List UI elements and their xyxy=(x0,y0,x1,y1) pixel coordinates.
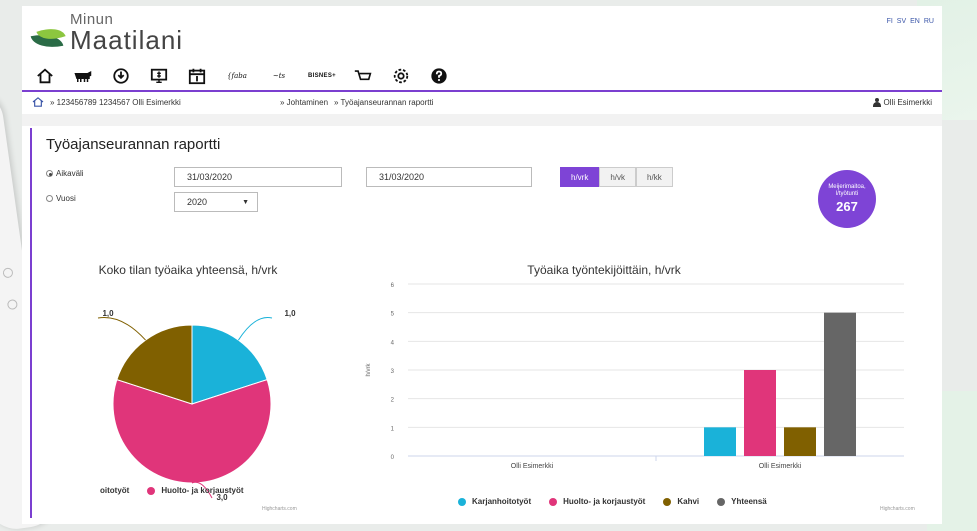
year-select[interactable]: 2020 ▼ xyxy=(174,192,258,212)
legend-item[interactable]: Huolto- ja korjaustyöt xyxy=(549,497,645,506)
y-tick-label: 5 xyxy=(391,312,395,318)
y-tick-label: 3 xyxy=(391,369,395,375)
lang-sv[interactable]: SV xyxy=(897,18,906,25)
legend-item[interactable]: oitotyöt xyxy=(100,486,129,495)
bar[interactable] xyxy=(824,312,856,456)
x-tick-label: Olli Esimerkki xyxy=(759,463,802,470)
report-panel: Työajanseurannan raportti Aikaväli Vuosi… xyxy=(30,128,934,518)
legend-swatch xyxy=(717,497,726,506)
legend-item[interactable]: Yhteensä xyxy=(717,497,767,506)
y-tick-label: 4 xyxy=(391,340,395,346)
pie-credits[interactable]: Highcharts.com xyxy=(262,506,297,512)
calendar-icon[interactable] xyxy=(186,67,208,85)
y-tick-label: 1 xyxy=(391,426,395,432)
unit-button-day[interactable]: h/vrk xyxy=(560,167,600,187)
legend-swatch xyxy=(663,497,672,506)
year-radio[interactable]: Vuosi xyxy=(46,194,76,203)
user-name: Olli Esimerkki xyxy=(883,97,932,107)
bar-legend: Karjanhoitotyöt Huolto- ja korjaustyöt K… xyxy=(458,497,767,506)
user-icon xyxy=(872,97,881,107)
bar[interactable] xyxy=(744,370,776,456)
legend-swatch xyxy=(458,497,466,506)
cow-icon[interactable] xyxy=(72,67,94,85)
y-tick-label: 0 xyxy=(391,455,395,461)
legend-item[interactable]: Karjanhoitotyöt xyxy=(458,497,531,506)
vet-logo-icon[interactable]: ~ts xyxy=(266,67,292,85)
pie-legend: oitotyöt Huolto- ja korjaustyöt xyxy=(100,486,244,495)
bar[interactable] xyxy=(704,427,736,456)
milk-per-hour-kpi: Meijerimaitoa, l/työtunti 267 xyxy=(818,170,876,228)
unit-button-month[interactable]: h/kk xyxy=(636,167,673,187)
y-tick-label: 2 xyxy=(391,398,395,404)
legend-label: Huolto- ja korjaustyöt xyxy=(161,486,244,495)
pie-data-label: 1,0 xyxy=(102,309,114,318)
legend-item[interactable]: Huolto- ja korjaustyöt xyxy=(147,486,244,495)
content-background xyxy=(22,114,942,126)
radio-icon[interactable] xyxy=(46,170,53,177)
user-menu[interactable]: Olli Esimerkki xyxy=(872,97,932,107)
home-icon[interactable] xyxy=(34,67,56,85)
pie-connector xyxy=(97,316,146,341)
kpi-label: Meijerimaitoa, l/työtunti xyxy=(828,183,866,197)
breadcrumb-home-icon[interactable] xyxy=(32,97,44,107)
bar[interactable] xyxy=(784,427,816,456)
bar-chart: 0 1 2 3 4 5 6 h/vrk Olli Esimerkki Olli Esimerkki xyxy=(366,283,904,470)
radio-icon[interactable] xyxy=(46,195,53,202)
business-icon[interactable]: BISNES+ xyxy=(308,67,336,85)
language-switcher: FI SV EN RU xyxy=(887,18,934,25)
bar-chart-title: Työaika työntekijöittäin, h/vrk xyxy=(527,263,681,277)
leaf-logo-icon xyxy=(30,22,66,53)
main-toolbar: {faba ~ts BISNES+ xyxy=(34,66,450,86)
logo-text-big: Maatilani xyxy=(70,25,184,55)
period-radio[interactable]: Aikaväli xyxy=(46,169,84,178)
breadcrumb: » 123456789 1234567 Olli Esimerkki » Joh… xyxy=(32,95,932,109)
legend-label: Yhteensä xyxy=(731,497,767,506)
legend-item[interactable]: Kahvi xyxy=(663,497,699,506)
lang-ru[interactable]: RU xyxy=(924,18,934,25)
breadcrumb-section[interactable]: » Johtaminen xyxy=(280,98,328,107)
page-title: Työajanseurannan raportti xyxy=(46,136,221,153)
cart-icon[interactable] xyxy=(352,67,374,85)
chevron-down-icon: ▼ xyxy=(242,198,249,206)
unit-button-week[interactable]: h/vk xyxy=(599,167,637,187)
start-date-input[interactable]: 31/03/2020 xyxy=(174,167,342,187)
app-window: Minun Maatilani FI SV EN RU {faba ~ts BI… xyxy=(22,6,942,524)
legend-label: oitotyöt xyxy=(100,486,130,495)
money-icon[interactable] xyxy=(148,67,170,85)
kpi-value: 267 xyxy=(836,199,858,215)
minun-maatilani-logo[interactable]: Minun Maatilani xyxy=(30,12,184,55)
power-icon[interactable] xyxy=(110,67,132,85)
pie-connector xyxy=(238,316,273,341)
period-radio-label: Aikaväli xyxy=(56,169,84,178)
header-divider xyxy=(22,90,942,92)
lang-fi[interactable]: FI xyxy=(887,18,893,25)
lang-en[interactable]: EN xyxy=(910,18,920,25)
device-dot xyxy=(2,267,14,279)
help-icon[interactable] xyxy=(428,67,450,85)
settings-icon[interactable] xyxy=(390,67,412,85)
bar-credits[interactable]: Highcharts.com xyxy=(880,506,915,512)
device-dot xyxy=(6,298,19,311)
legend-label: Huolto- ja korjaustyöt xyxy=(563,497,646,506)
legend-label: Kahvi xyxy=(677,497,700,506)
legend-swatch xyxy=(549,497,558,506)
pie-chart: 1,03,01,0 xyxy=(97,309,296,502)
y-axis-title: h/vrk xyxy=(366,363,372,377)
pie-chart-title: Koko tilan työaika yhteensä, h/vrk xyxy=(98,263,278,277)
year-radio-label: Vuosi xyxy=(56,194,76,203)
legend-swatch xyxy=(147,486,156,495)
x-tick-label: Olli Esimerkki xyxy=(511,463,554,470)
year-select-value: 2020 xyxy=(187,197,208,207)
unit-toggle: h/vrk h/vk h/kk xyxy=(560,167,673,187)
y-tick-label: 6 xyxy=(391,283,395,289)
breadcrumb-page: » Työajanseurannan raportti xyxy=(334,97,434,107)
legend-label: Karjanhoitotyöt xyxy=(472,497,532,506)
pie-data-label: 1,0 xyxy=(284,309,296,318)
breadcrumb-farm[interactable]: » 123456789 1234567 Olli Esimerkki xyxy=(50,98,280,107)
faba-logo-icon[interactable]: {faba xyxy=(224,67,250,85)
end-date-input[interactable]: 31/03/2020 xyxy=(366,167,532,187)
